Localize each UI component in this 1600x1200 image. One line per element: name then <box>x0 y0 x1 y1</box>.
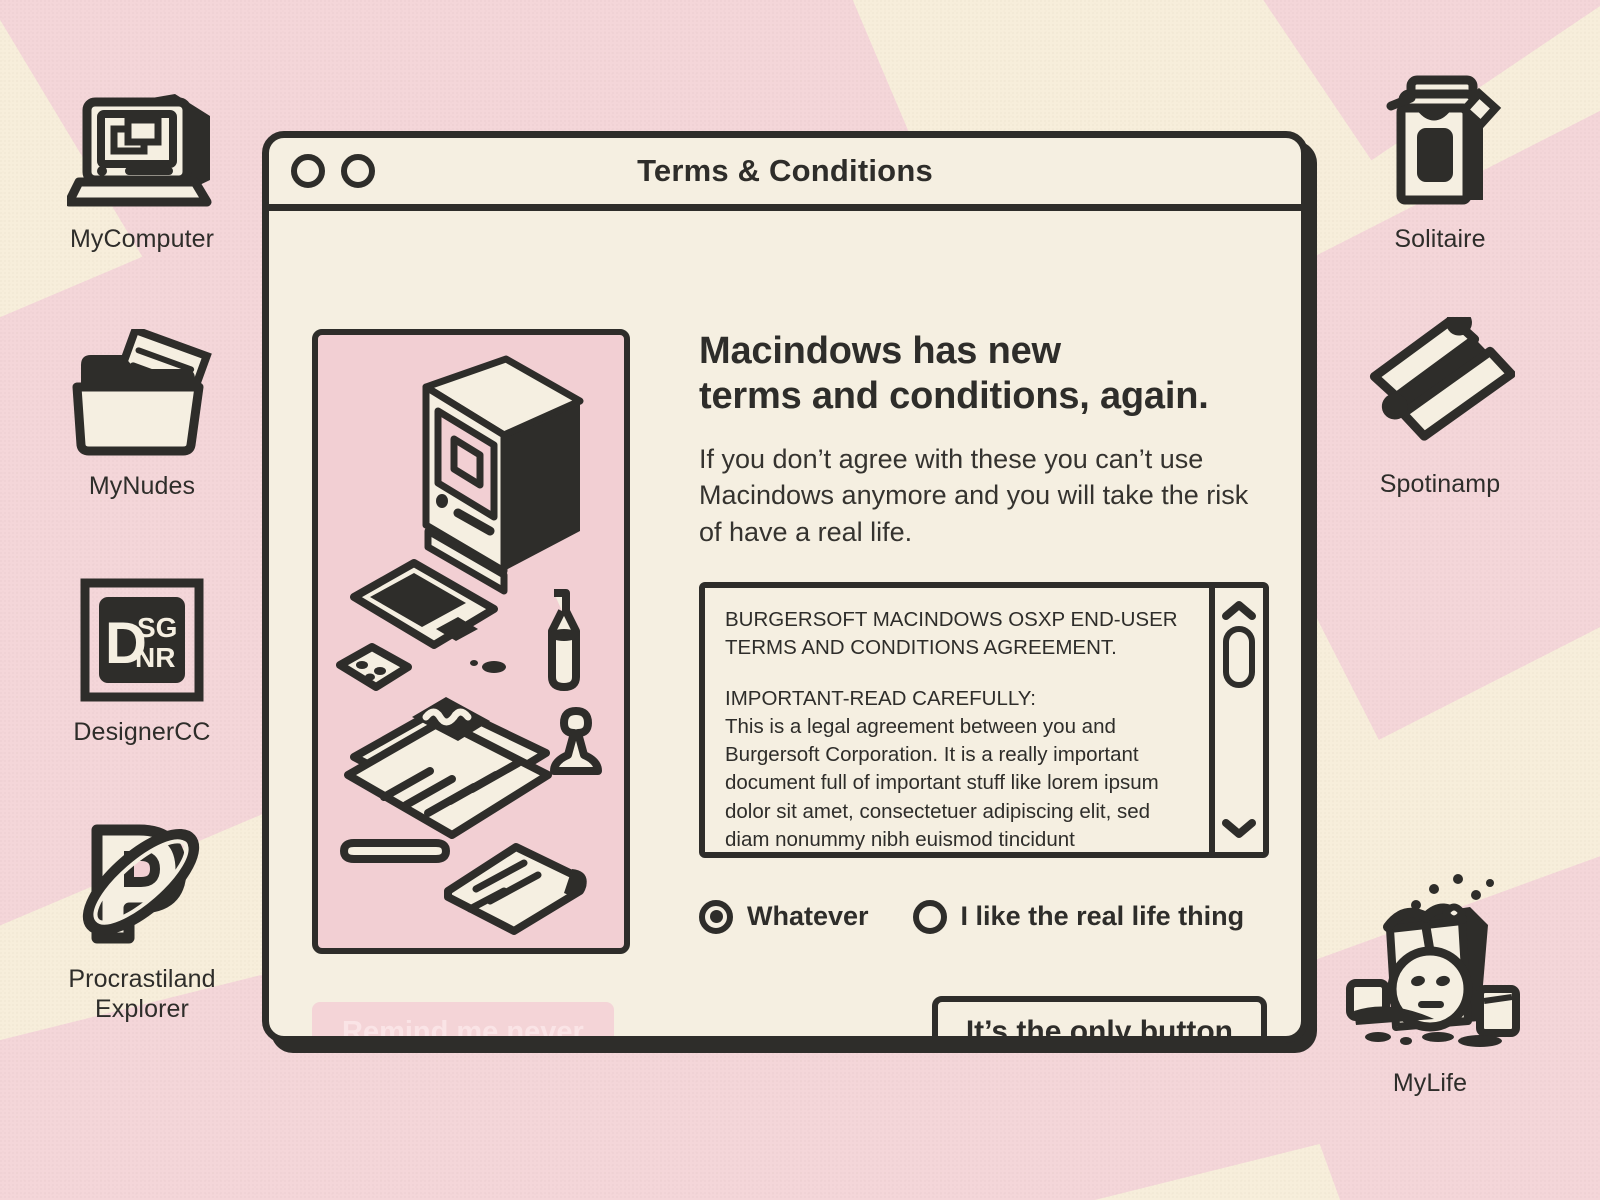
desktop-icon-mycomputer[interactable]: MyComputer <box>32 62 252 255</box>
folder-icon <box>67 309 217 459</box>
icon-label-line1: Procrastiland <box>68 964 216 993</box>
mylife-icon-group: MyLife <box>1320 866 1540 1105</box>
page-title: Macindows has new terms and conditions, … <box>699 329 1269 419</box>
card-stack-icon <box>1365 62 1515 212</box>
desktop-icon-spotinamp[interactable]: Spotinamp <box>1330 307 1550 500</box>
desktop-icon-mynudes[interactable]: MyNudes <box>32 309 252 502</box>
terms-window: Terms & Conditions Macindows has new ter… <box>262 131 1317 1053</box>
icon-label: MyLife <box>1392 1069 1468 1097</box>
radio-label: I like the real life thing <box>960 901 1245 932</box>
window-body: Macindows has new terms and conditions, … <box>269 211 1301 1036</box>
trash-bag-icon <box>1330 866 1530 1056</box>
headline-line-1: Macindows has new <box>699 330 1061 372</box>
desktop-icon-solitaire[interactable]: Solitaire <box>1330 62 1550 255</box>
designer-badge-top: SG <box>137 612 177 643</box>
desktop-icon-procrastiland-explorer[interactable]: Procrastiland Explorer <box>32 802 252 1025</box>
dialog-subtext: If you don’t agree with these you can’t … <box>699 443 1249 547</box>
icon-label: Spotinamp <box>1379 469 1501 498</box>
icon-label: MyComputer <box>69 225 215 253</box>
only-button[interactable]: It’s the only button <box>931 996 1267 1036</box>
burger-wave-icon <box>1365 307 1515 457</box>
radio-option-real-life[interactable]: I like the real life thing <box>912 899 1245 934</box>
terms-spacer <box>725 663 1195 685</box>
icon-label: Solitaire <box>1394 225 1486 253</box>
radio-button-selected-icon[interactable] <box>699 899 733 934</box>
desktop-icon-designercc[interactable]: D SG NR DesignerCC <box>32 555 252 748</box>
icon-label-line2: Explorer <box>95 995 189 1023</box>
explorer-globe-icon <box>67 802 217 952</box>
dialog-button-row: Remind me never It’s the only button <box>312 996 1267 1043</box>
window-titlebar[interactable]: Terms & Conditions <box>269 138 1301 211</box>
headline-line-2: terms and conditions, again. <box>699 374 1209 417</box>
scroll-up-chevron-icon[interactable] <box>1222 600 1256 620</box>
radio-button-icon[interactable] <box>912 899 947 934</box>
icon-label: DesignerCC <box>73 718 211 746</box>
window-frame: Terms & Conditions Macindows has new ter… <box>262 131 1308 1043</box>
illustration-panel <box>312 329 630 954</box>
designer-badge-bottom: NR <box>135 642 175 673</box>
icon-label: Procrastiland Explorer <box>68 964 215 1025</box>
window-title: Terms & Conditions <box>637 153 933 188</box>
remind-me-never-button[interactable]: Remind me never <box>312 1001 614 1036</box>
terms-important-label: IMPORTANT-READ CAREFULLY: <box>725 686 1036 710</box>
designer-app-icon: D SG NR <box>77 555 207 705</box>
left-icon-column: MyComputer MyNudes D SG NR DesignerCC Pr… <box>32 62 252 1031</box>
pointing-hand-cursor-icon <box>1128 1038 1212 1043</box>
agreement-radio-group: Whatever I like the real life thing <box>699 899 1269 934</box>
scroll-down-chevron-icon[interactable] <box>1222 818 1256 838</box>
terms-scrollbar[interactable] <box>1209 587 1263 852</box>
computer-icon <box>67 62 217 212</box>
scrollbar-thumb[interactable] <box>1223 625 1255 688</box>
radio-label: Whatever <box>747 901 869 932</box>
terms-heading: BURGERSOFT MACINDOWS OSXP END-USER TERMS… <box>725 607 1178 660</box>
primary-button-wrapper: It’s the only button <box>931 996 1267 1043</box>
retro-computer-illustration <box>336 355 602 935</box>
right-icon-column: Solitaire Spotinamp <box>1330 62 1550 551</box>
terms-scroll-box[interactable]: BURGERSOFT MACINDOWS OSXP END-USER TERMS… <box>699 581 1269 858</box>
desktop-screen: MyComputer MyNudes D SG NR DesignerCC Pr… <box>0 0 1600 1200</box>
dialog-content: Macindows has new terms and conditions, … <box>699 329 1269 934</box>
terms-body: This is a legal agreement between you an… <box>725 714 1159 851</box>
terms-text-content: BURGERSOFT MACINDOWS OSXP END-USER TERMS… <box>705 588 1209 852</box>
radio-option-whatever[interactable]: Whatever <box>699 899 869 934</box>
desktop-icon-mylife[interactable]: MyLife <box>1320 866 1540 1099</box>
icon-label: MyNudes <box>88 471 196 500</box>
